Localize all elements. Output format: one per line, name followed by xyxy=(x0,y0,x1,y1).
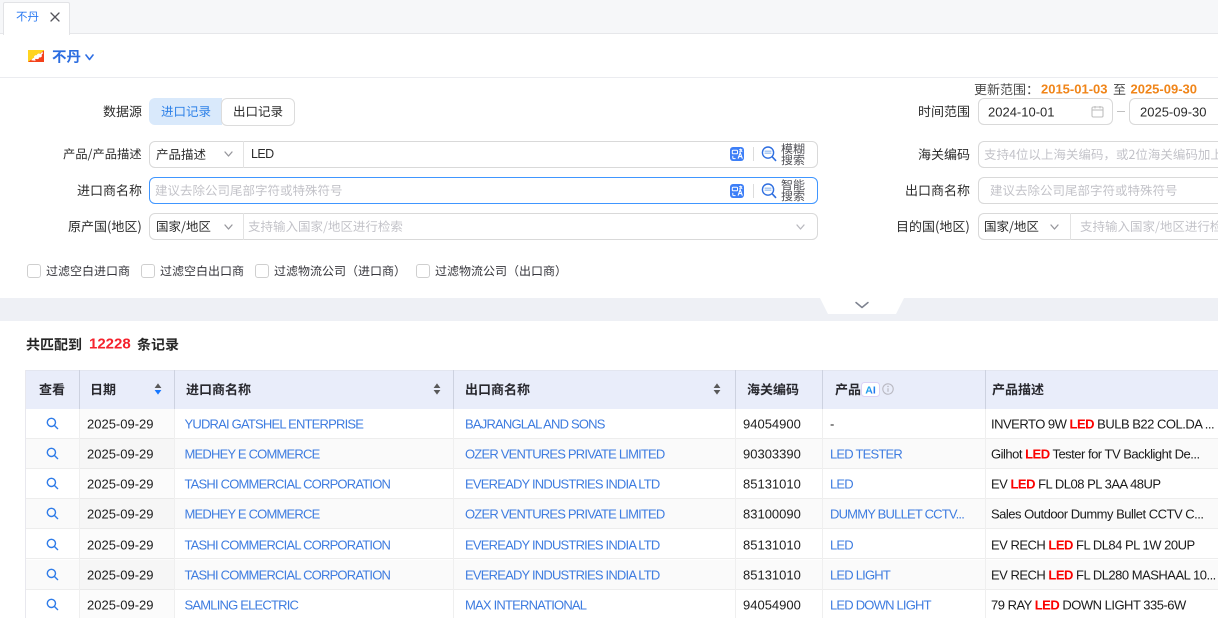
svg-text:AI: AI xyxy=(865,384,876,396)
